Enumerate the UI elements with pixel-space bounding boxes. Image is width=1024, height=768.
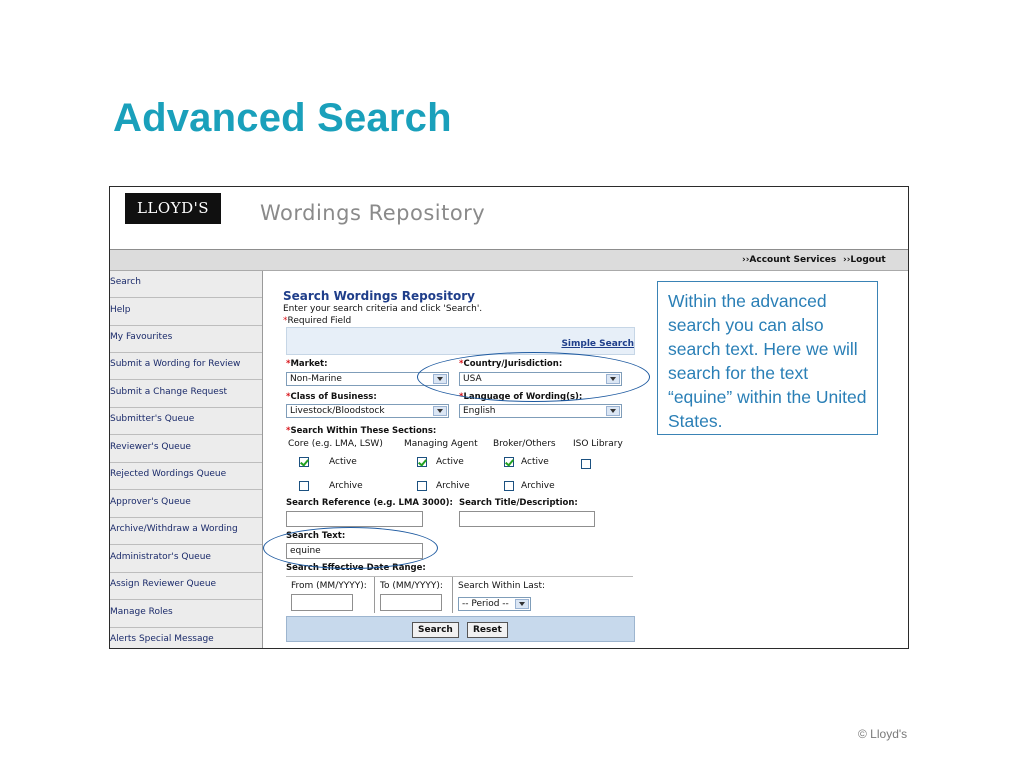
market-label-text: Market:	[290, 359, 328, 369]
sidebar-item-search[interactable]: Search	[110, 271, 262, 298]
section-broker-header: Broker/Others	[493, 439, 556, 449]
sidebar-item-label: Administrator's Queue	[110, 552, 211, 562]
account-services-link[interactable]: ››Account Services	[742, 255, 836, 265]
sidebar-item-label: Alerts Special Message	[110, 634, 214, 644]
simple-search-link[interactable]: Simple Search	[561, 339, 634, 349]
from-date-input[interactable]	[291, 594, 353, 611]
sidebar-item-label: Help	[110, 305, 131, 315]
sidebar-item-label: Manage Roles	[110, 607, 173, 617]
managing-agent-archive-checkbox[interactable]	[417, 481, 427, 491]
to-date-input[interactable]	[380, 594, 442, 611]
lloyds-logo: LLOYD'S	[125, 193, 221, 224]
form-title: Search Wordings Repository	[283, 289, 475, 303]
sidebar-item-label: Search	[110, 277, 141, 287]
class-of-business-select[interactable]: Livestock/Bloodstock	[286, 404, 449, 418]
sidebar-item-administrators-queue[interactable]: Administrator's Queue	[110, 546, 262, 573]
language-select[interactable]: English	[459, 404, 622, 418]
to-date-label: To (MM/YYYY):	[380, 581, 443, 591]
search-within-last-label: Search Within Last:	[458, 581, 546, 591]
sidebar: Search Help My Favourites Submit a Wordi…	[110, 271, 263, 648]
logout-link[interactable]: ››Logout	[843, 255, 886, 265]
sidebar-item-label: Assign Reviewer Queue	[110, 579, 217, 589]
period-select[interactable]: -- Period --	[458, 597, 531, 611]
iso-library-checkbox[interactable]	[581, 459, 591, 469]
sidebar-item-label: Approver's Queue	[110, 497, 191, 507]
search-text-highlight-ellipse	[263, 527, 438, 569]
sidebar-item-submit-change-request[interactable]: Submit a Change Request	[110, 381, 262, 408]
language-select-value: English	[463, 406, 496, 416]
reset-button[interactable]: Reset	[467, 622, 508, 638]
sidebar-item-archive-withdraw[interactable]: Archive/Withdraw a Wording	[110, 518, 262, 545]
search-button[interactable]: Search	[412, 622, 459, 638]
class-of-business-label-text: Class of Business:	[290, 392, 377, 402]
chevron-down-icon[interactable]	[433, 406, 447, 416]
sidebar-item-label: Submit a Wording for Review	[110, 359, 241, 369]
managing-agent-active-checkbox[interactable]	[417, 457, 427, 467]
app-title: Wordings Repository	[260, 201, 486, 225]
sidebar-item-label: My Favourites	[110, 332, 173, 342]
broker-active-label: Active	[521, 457, 549, 467]
managing-agent-active-label: Active	[436, 457, 464, 467]
sidebar-item-help[interactable]: Help	[110, 299, 262, 326]
sidebar-item-submitters-queue[interactable]: Submitter's Queue	[110, 408, 262, 435]
slide-title: Advanced Search	[113, 96, 452, 140]
sidebar-item-label: Submitter's Queue	[110, 414, 195, 424]
required-field-note: *Required Field	[283, 316, 351, 326]
copyright-text: © Lloyd's	[858, 727, 908, 741]
period-select-value: -- Period --	[462, 599, 509, 609]
sidebar-item-rejected-wordings-queue[interactable]: Rejected Wordings Queue	[110, 463, 262, 490]
sidebar-item-label: Reviewer's Queue	[110, 442, 191, 452]
section-core-header: Core (e.g. LMA, LSW)	[288, 439, 383, 449]
country-highlight-ellipse	[417, 352, 650, 402]
sidebar-item-label: Archive/Withdraw a Wording	[110, 524, 238, 534]
sidebar-item-approvers-queue[interactable]: Approver's Queue	[110, 491, 262, 518]
core-active-label: Active	[329, 457, 357, 467]
search-reference-label: Search Reference (e.g. LMA 3000):	[286, 498, 453, 508]
core-archive-label: Archive	[329, 481, 363, 491]
search-reference-input[interactable]	[286, 511, 423, 527]
sidebar-item-reviewers-queue[interactable]: Reviewer's Queue	[110, 436, 262, 463]
section-managing-agent-header: Managing Agent	[404, 439, 478, 449]
broker-archive-checkbox[interactable]	[504, 481, 514, 491]
top-nav-bar: ››Account Services ››Logout	[110, 250, 908, 271]
date-divider	[452, 577, 453, 613]
core-archive-checkbox[interactable]	[299, 481, 309, 491]
sections-label: *Search Within These Sections:	[286, 426, 436, 436]
sidebar-item-submit-wording[interactable]: Submit a Wording for Review	[110, 353, 262, 380]
broker-archive-label: Archive	[521, 481, 555, 491]
search-title-input[interactable]	[459, 511, 595, 527]
sidebar-item-manage-roles[interactable]: Manage Roles	[110, 601, 262, 628]
search-title-label: Search Title/Description:	[459, 498, 578, 508]
sidebar-item-label: Rejected Wordings Queue	[110, 469, 227, 479]
sidebar-item-my-favourites[interactable]: My Favourites	[110, 326, 262, 353]
chevron-down-icon[interactable]	[515, 599, 529, 609]
broker-active-checkbox[interactable]	[504, 457, 514, 467]
core-active-checkbox[interactable]	[299, 457, 309, 467]
market-label: *Market:	[286, 359, 328, 369]
required-field-text: Required Field	[287, 316, 352, 326]
form-header-bar: Simple Search	[286, 327, 635, 355]
managing-agent-archive-label: Archive	[436, 481, 470, 491]
class-of-business-value: Livestock/Bloodstock	[290, 406, 385, 416]
sidebar-item-label: Submit a Change Request	[110, 387, 228, 397]
callout-box: Within the advanced search you can also …	[657, 281, 878, 435]
date-divider	[374, 577, 375, 613]
from-date-label: From (MM/YYYY):	[291, 581, 367, 591]
form-instructions: Enter your search criteria and click 'Se…	[283, 304, 483, 314]
form-button-bar: Search Reset	[286, 616, 635, 642]
sidebar-item-assign-reviewer-queue[interactable]: Assign Reviewer Queue	[110, 573, 262, 600]
chevron-down-icon[interactable]	[606, 406, 620, 416]
section-iso-header: ISO Library	[573, 439, 623, 449]
sections-label-text: Search Within These Sections:	[290, 426, 437, 436]
class-of-business-label: *Class of Business:	[286, 392, 377, 402]
app-header: LLOYD'S Wordings Repository	[110, 187, 908, 250]
sidebar-item-alerts-special-message[interactable]: Alerts Special Message	[110, 628, 262, 655]
market-select-value: Non-Marine	[290, 374, 342, 384]
